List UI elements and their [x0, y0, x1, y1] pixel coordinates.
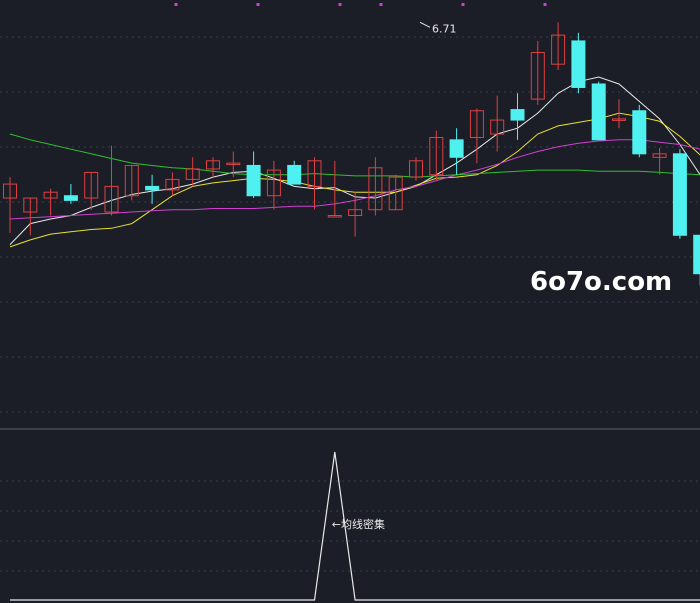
top-marker-2 — [338, 3, 342, 6]
candle-body-16[interactable] — [327, 215, 342, 218]
candle-body-25[interactable] — [510, 109, 525, 121]
candlestick-chart[interactable]: 6.71 6o7o.com ←均线密集 — [0, 0, 700, 603]
candle-body-31[interactable] — [632, 110, 647, 155]
watermark: 6o7o.com — [530, 267, 672, 297]
candle-body-12[interactable] — [246, 164, 261, 197]
candle-body-22[interactable] — [449, 139, 464, 158]
top-marker-4 — [461, 3, 465, 6]
stock-chart-window: 6.71 6o7o.com ←均线密集 — [0, 0, 700, 603]
candle-body-29[interactable] — [591, 83, 606, 141]
indicator-annotation-label: ←均线密集 — [332, 517, 385, 531]
top-marker-3 — [379, 3, 383, 6]
top-marker-1 — [256, 3, 260, 6]
candle-body-28[interactable] — [571, 40, 586, 88]
top-marker-5 — [543, 3, 547, 6]
candle-body-14[interactable] — [287, 164, 302, 185]
high-annotation-label: 6.71 — [432, 22, 457, 35]
candle-body-3[interactable] — [63, 195, 78, 201]
candle-body-33[interactable] — [672, 153, 687, 236]
candle-body-34[interactable] — [693, 234, 700, 275]
top-marker-0 — [174, 3, 178, 6]
high-annotation-arrow — [419, 21, 431, 28]
ma-green-line — [9, 133, 700, 178]
candle-body-7[interactable] — [145, 185, 160, 191]
